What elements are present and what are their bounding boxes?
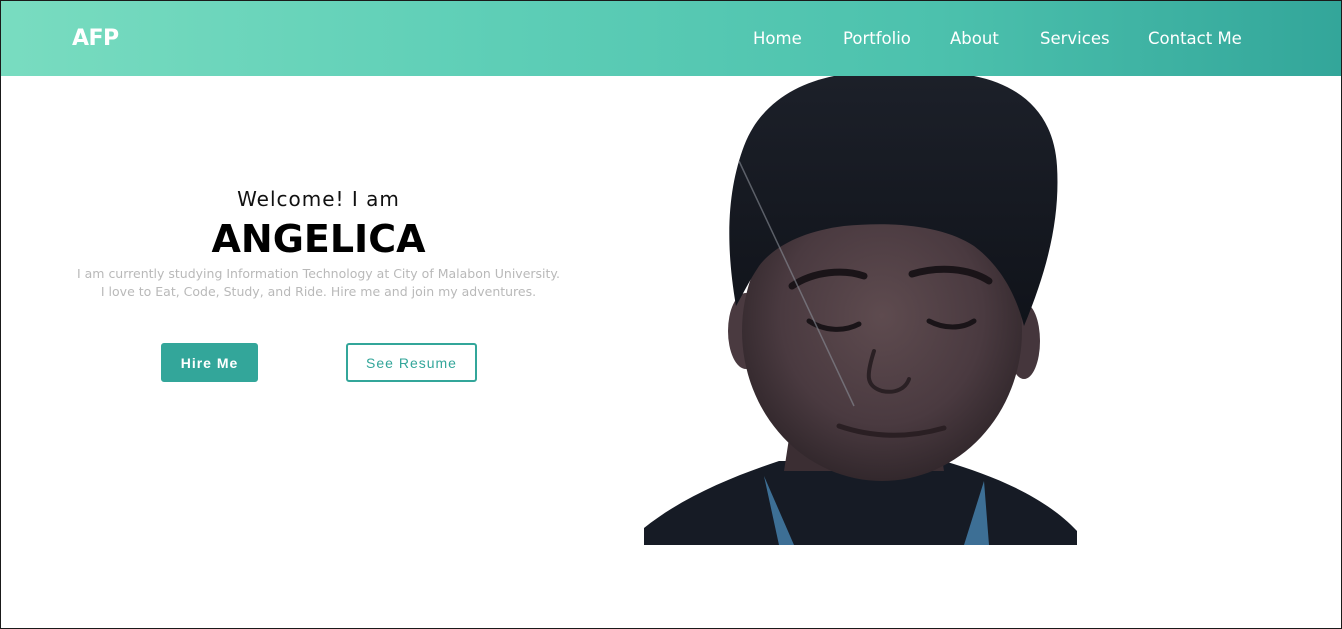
main-nav: Home Portfolio About Services Contact Me (1, 29, 1341, 53)
profile-photo (644, 76, 1077, 545)
hero-description-line-2: I love to Eat, Code, Study, and Ride. Hi… (100, 284, 537, 299)
hero-intro: Welcome! I am ANGELICA I am currently st… (61, 181, 576, 301)
nav-contact-link[interactable]: Contact Me (1148, 29, 1242, 48)
hero-description: I am currently studying Information Tech… (61, 265, 576, 301)
hero-greeting: Welcome! I am (237, 187, 400, 211)
nav-portfolio-link[interactable]: Portfolio (843, 29, 911, 48)
hero-name: ANGELICA (211, 217, 426, 261)
page-frame: AFP Home Portfolio About Services Contac… (0, 0, 1342, 629)
see-resume-button[interactable]: See Resume (346, 343, 477, 382)
navbar: AFP Home Portfolio About Services Contac… (1, 1, 1341, 76)
hire-me-button[interactable]: Hire Me (161, 343, 258, 382)
nav-home-link[interactable]: Home (753, 29, 802, 48)
nav-services-link[interactable]: Services (1040, 29, 1110, 48)
hero-description-line-1: I am currently studying Information Tech… (76, 266, 561, 281)
nav-about-link[interactable]: About (950, 29, 999, 48)
